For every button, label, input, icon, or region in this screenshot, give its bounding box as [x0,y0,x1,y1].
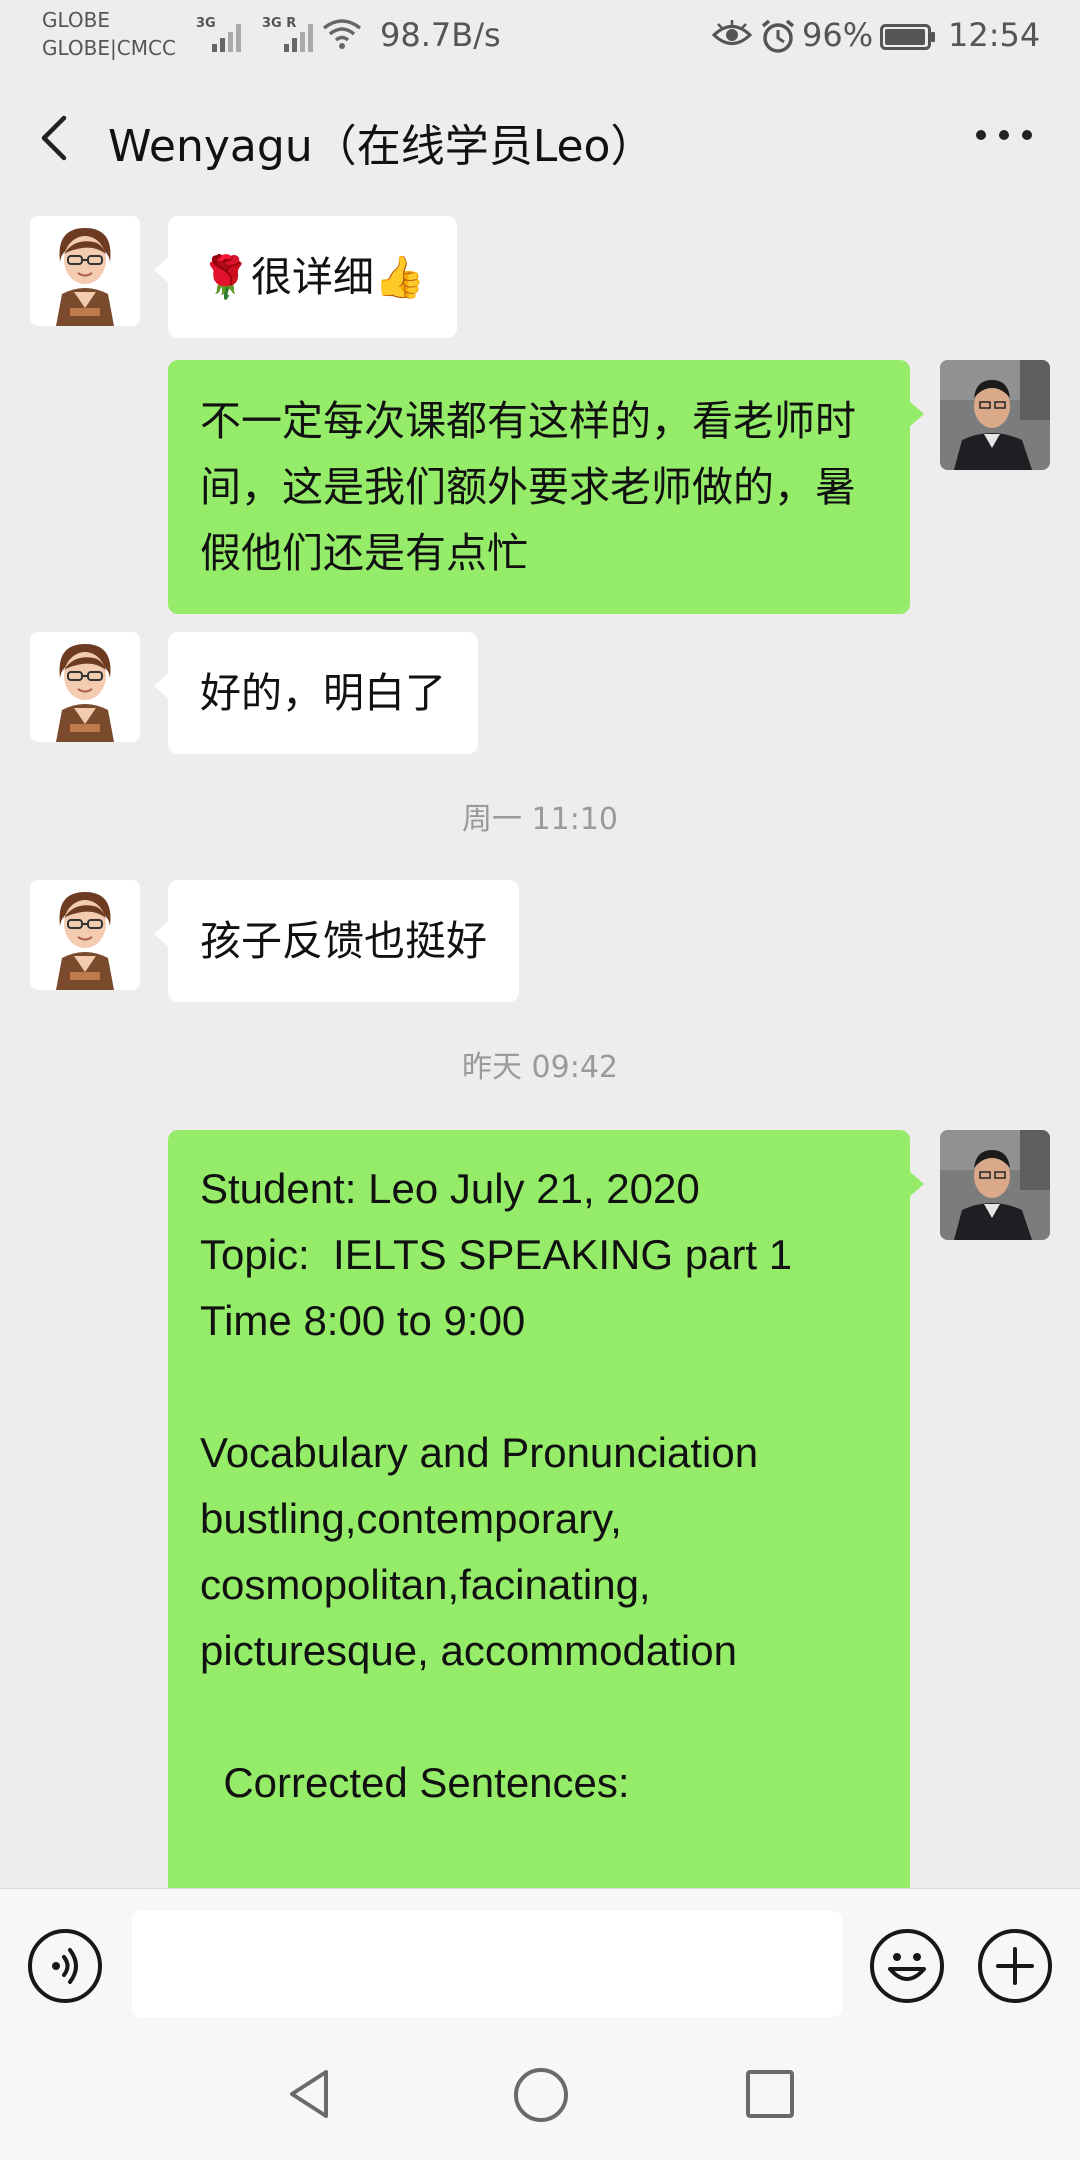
voice-icon [52,1948,78,1984]
message-timestamp: 昨天 09:42 [462,1050,618,1085]
contact-avatar[interactable] [30,216,140,326]
carrier-1: GLOBE [42,8,111,32]
network-speed: 98.7B/s [380,16,501,54]
eye-icon [712,20,752,45]
signal-icon-2: 3G R [262,16,318,52]
my-avatar[interactable] [940,360,1050,470]
plus-button[interactable] [978,1929,1052,2003]
chat-screen: GLOBE GLOBE|CMCC 3G 3G R 98.7B/s 96% 12:… [0,0,1080,2160]
input-bar [0,1888,1080,2032]
contact-avatar[interactable] [30,632,140,742]
plus-icon [996,1947,1034,1985]
status-bar: GLOBE GLOBE|CMCC 3G 3G R 98.7B/s 96% 12:… [0,0,1080,76]
emoji-button[interactable] [870,1929,944,2003]
system-nav-bar [0,2032,1080,2160]
message-bubble[interactable]: 不一定每次课都有这样的，看老师时间，这是我们额外要求老师做的，暑假他们还是有点忙 [168,360,924,614]
title-bar: Wenyagu（在线学员Leo） [0,76,1080,196]
chevron-left-icon[interactable] [36,114,70,162]
carrier-label: GLOBE GLOBE|CMCC [42,6,176,62]
chat-title: Wenyagu（在线学员Leo） [108,121,655,172]
message-input[interactable] [132,1911,842,2017]
more-icon[interactable] [976,130,1032,144]
wifi-icon [322,19,362,49]
message-bubble[interactable]: Student: Leo July 21, 2020 Topic: IELTS … [168,1130,924,1888]
message-timestamp: 周一 11:10 [462,802,618,837]
message-list[interactable]: 🌹很详细👍 不一定每次课都有这样的，看老师时间，这是我们额外要求老师做的，暑假他… [0,196,1080,1888]
nav-home-icon[interactable] [514,2068,568,2122]
message-bubble[interactable]: 🌹很详细👍 [153,216,458,338]
battery-percent: 96% [802,16,874,54]
carrier-2: GLOBE|CMCC [42,36,176,60]
message-bubble[interactable]: 孩子反馈也挺好 [154,880,519,1002]
message-bubble[interactable]: 好的，明白了 [154,632,478,754]
emoji-icon [888,1953,926,1981]
nav-back-icon[interactable] [282,2066,338,2122]
alarm-icon [761,19,795,53]
clock: 12:54 [948,16,1041,54]
signal-icon: 3G [196,16,252,52]
nav-recent-icon[interactable] [746,2070,794,2118]
voice-button[interactable] [28,1929,102,2003]
contact-avatar[interactable] [30,880,140,990]
battery-icon [880,24,935,50]
my-avatar[interactable] [940,1130,1050,1240]
